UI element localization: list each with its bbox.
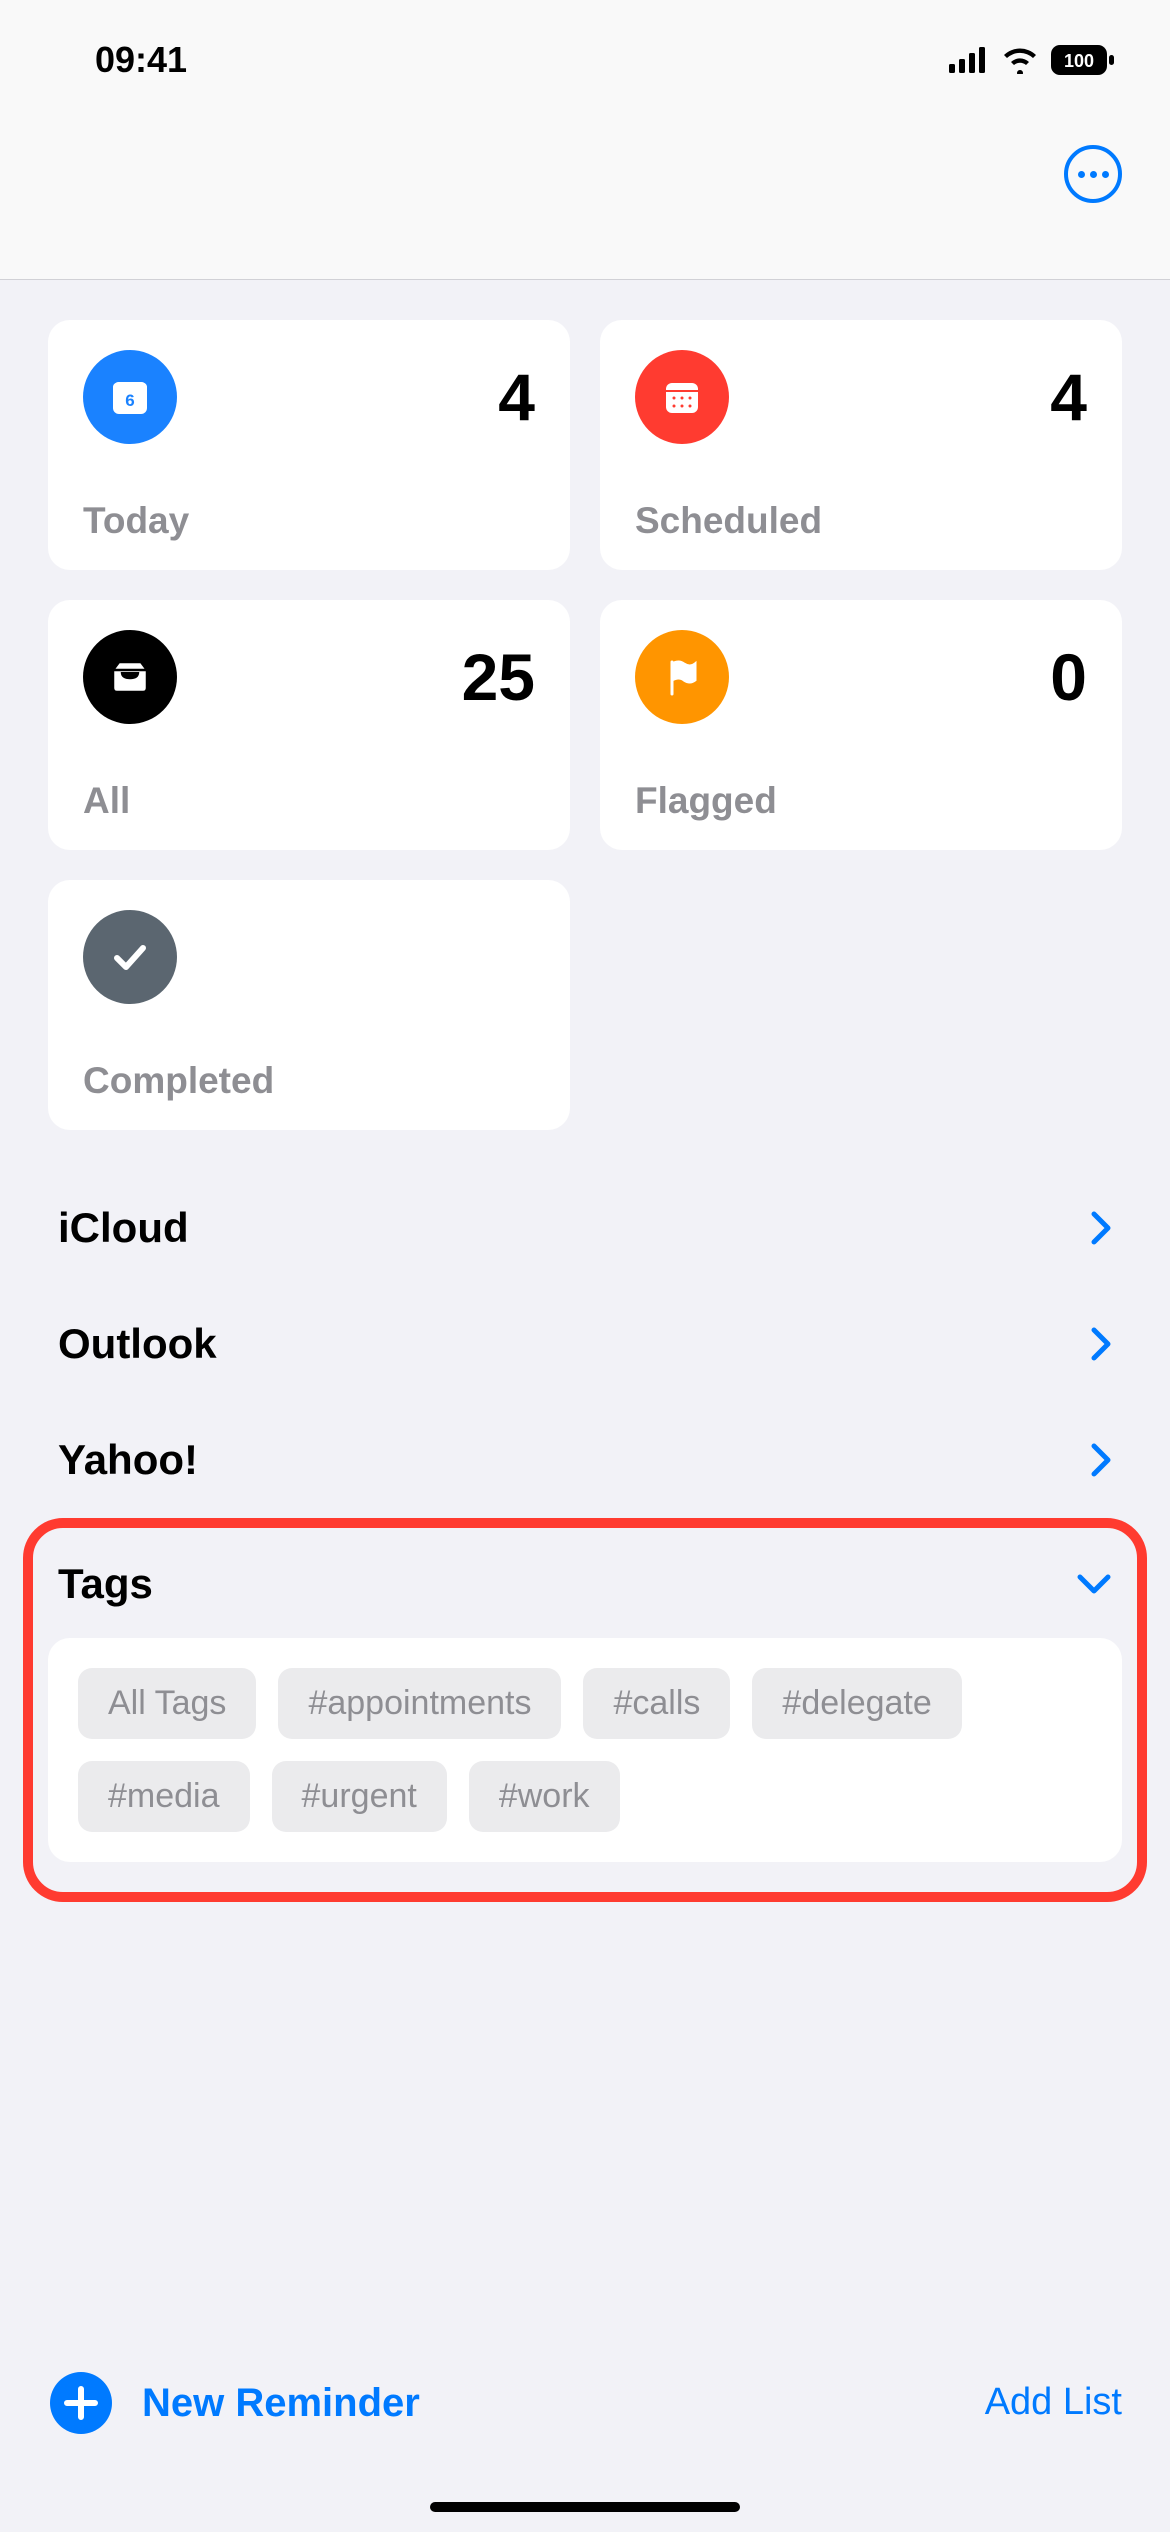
today-label: Today <box>83 500 535 542</box>
accounts-list: iCloud Outlook Yahoo! Tags All Tags #app… <box>48 1170 1122 1902</box>
svg-text:100: 100 <box>1064 51 1094 71</box>
chevron-right-icon <box>1090 1326 1112 1362</box>
svg-text:6: 6 <box>125 391 134 410</box>
checkmark-icon <box>83 910 177 1004</box>
account-outlook-label: Outlook <box>58 1320 217 1368</box>
tags-card: All Tags #appointments #calls #delegate … <box>48 1638 1122 1862</box>
completed-label: Completed <box>83 1060 535 1102</box>
scheduled-label: Scheduled <box>635 500 1087 542</box>
tag-media[interactable]: #media <box>78 1761 250 1832</box>
account-icloud[interactable]: iCloud <box>48 1170 1122 1286</box>
tag-delegate[interactable]: #delegate <box>752 1668 961 1739</box>
tag-urgent[interactable]: #urgent <box>272 1761 447 1832</box>
more-button[interactable] <box>1064 145 1122 203</box>
tag-all[interactable]: All Tags <box>78 1668 256 1739</box>
status-bar: 09:41 100 <box>0 0 1170 120</box>
all-label: All <box>83 780 535 822</box>
cellular-icon <box>949 47 989 73</box>
scheduled-count: 4 <box>1050 359 1087 435</box>
chevron-down-icon <box>1076 1573 1112 1595</box>
card-completed[interactable]: Completed <box>48 880 570 1130</box>
tray-icon <box>83 630 177 724</box>
calendar-today-icon: 6 <box>83 350 177 444</box>
smart-lists-grid: 6 4 Today 4 Scheduled <box>48 320 1122 1130</box>
wifi-icon <box>1001 46 1039 74</box>
flagged-count: 0 <box>1050 639 1087 715</box>
main-content: 6 4 Today 4 Scheduled <box>0 280 1170 1902</box>
more-dot <box>1090 171 1097 178</box>
account-yahoo[interactable]: Yahoo! <box>48 1402 1122 1518</box>
status-time: 09:41 <box>95 39 187 81</box>
chevron-right-icon <box>1090 1442 1112 1478</box>
chevron-right-icon <box>1090 1210 1112 1246</box>
all-count: 25 <box>462 639 535 715</box>
flag-icon <box>635 630 729 724</box>
add-list-button[interactable]: Add List <box>985 2381 1122 2424</box>
tag-appointments[interactable]: #appointments <box>278 1668 561 1739</box>
tag-calls[interactable]: #calls <box>583 1668 730 1739</box>
today-count: 4 <box>498 359 535 435</box>
status-icons: 100 <box>949 45 1115 75</box>
more-dot <box>1102 171 1109 178</box>
home-indicator[interactable] <box>430 2502 740 2512</box>
battery-icon: 100 <box>1051 45 1115 75</box>
card-flagged[interactable]: 0 Flagged <box>600 600 1122 850</box>
card-scheduled[interactable]: 4 Scheduled <box>600 320 1122 570</box>
account-outlook[interactable]: Outlook <box>48 1286 1122 1402</box>
tag-work[interactable]: #work <box>469 1761 620 1832</box>
flagged-label: Flagged <box>635 780 1087 822</box>
card-today[interactable]: 6 4 Today <box>48 320 570 570</box>
card-all[interactable]: 25 All <box>48 600 570 850</box>
tags-highlight: Tags All Tags #appointments #calls #dele… <box>23 1518 1147 1902</box>
nav-bar <box>0 120 1170 280</box>
more-dot <box>1078 171 1085 178</box>
plus-icon <box>50 2372 112 2434</box>
new-reminder-button[interactable]: New Reminder <box>50 2372 420 2434</box>
account-yahoo-label: Yahoo! <box>58 1436 198 1484</box>
account-icloud-label: iCloud <box>58 1204 189 1252</box>
calendar-scheduled-icon <box>635 350 729 444</box>
new-reminder-label: New Reminder <box>142 2381 420 2426</box>
tags-list: All Tags #appointments #calls #delegate … <box>78 1668 1092 1832</box>
tags-title: Tags <box>58 1560 153 1608</box>
tags-header[interactable]: Tags <box>48 1548 1122 1638</box>
